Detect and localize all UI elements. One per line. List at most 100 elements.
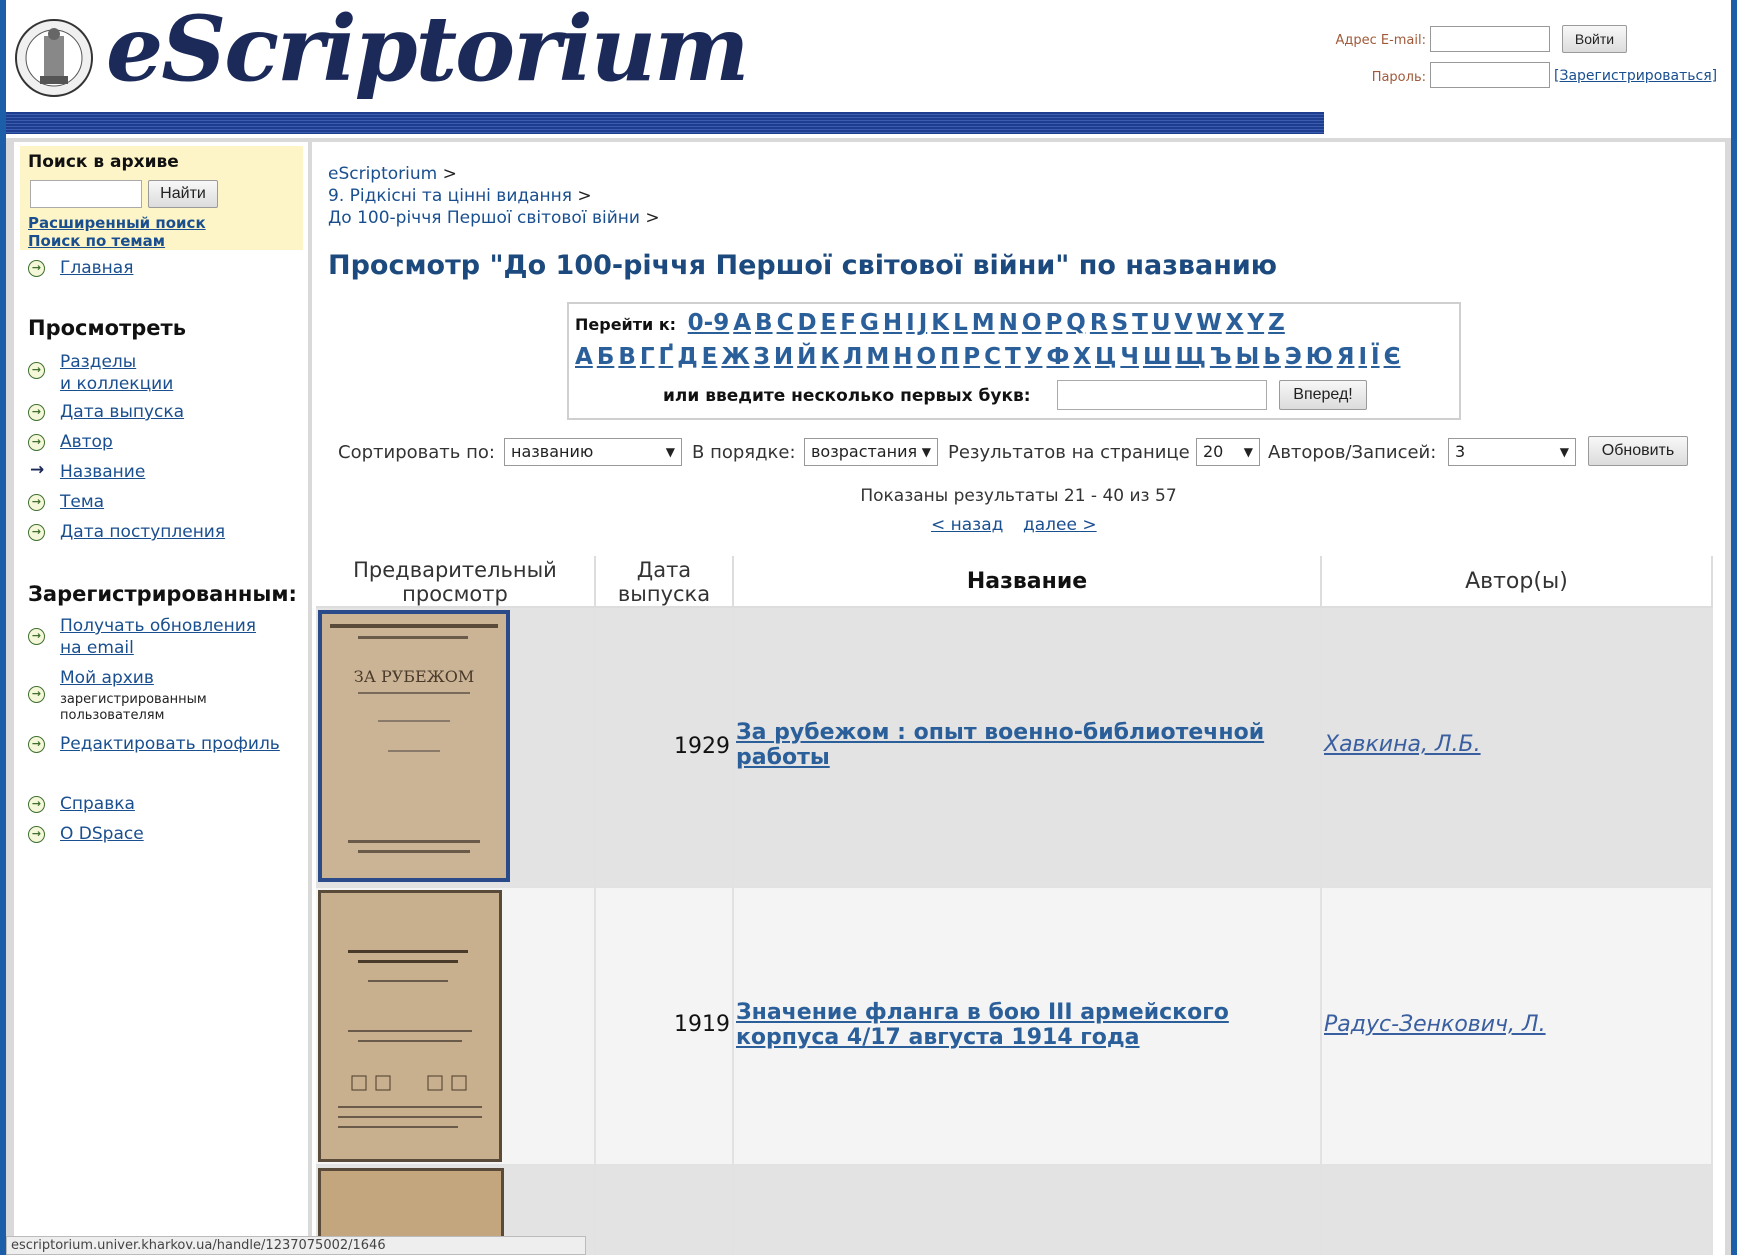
jump-letter-link[interactable]: Ъ	[1210, 344, 1232, 370]
jump-letter-link[interactable]: E	[821, 310, 837, 336]
jump-letter-link[interactable]: К	[820, 344, 839, 370]
update-button[interactable]: Обновить	[1588, 436, 1688, 466]
jump-letter-link[interactable]: A	[733, 310, 751, 336]
jump-letter-link[interactable]: Ж	[721, 344, 749, 370]
breadcrumb-link-community[interactable]: 9. Рідкісні та цінні видання	[328, 186, 572, 206]
jump-letter-link[interactable]: Д	[677, 344, 697, 370]
jump-letter-link[interactable]: L	[953, 310, 968, 336]
row-2-author-link[interactable]: Радус-Зенкович, Л.	[1324, 1012, 1546, 1037]
jump-letter-link[interactable]: Ш	[1143, 344, 1171, 370]
jump-letter-link[interactable]: Ю	[1306, 344, 1333, 370]
jump-letter-link[interactable]: D	[797, 310, 816, 336]
book-cover-thumbnail-2[interactable]	[318, 890, 502, 1162]
jump-letter-link[interactable]: А	[575, 344, 593, 370]
jump-letter-link[interactable]: Q	[1066, 310, 1086, 336]
jump-letter-link[interactable]: Б	[597, 344, 615, 370]
help-link[interactable]: Справка	[60, 794, 135, 814]
jump-letter-link[interactable]: Э	[1285, 344, 1302, 370]
jump-letter-link[interactable]: Я	[1337, 344, 1355, 370]
jump-letter-link[interactable]: V	[1175, 310, 1193, 336]
site-logo-text[interactable]: eScriptorium	[106, 0, 749, 102]
jump-letter-link[interactable]: П	[940, 344, 959, 370]
jump-letter-link[interactable]: 0-9	[688, 310, 730, 336]
jump-letter-link[interactable]: K	[931, 310, 949, 336]
jump-letter-link[interactable]: З	[754, 344, 770, 370]
email-field[interactable]	[1430, 26, 1550, 52]
next-page-link[interactable]: далее >	[1023, 515, 1097, 535]
jump-letter-link[interactable]: Г	[640, 344, 655, 370]
browse-title-link[interactable]: Название	[60, 462, 145, 482]
jump-letter-link[interactable]: Є	[1384, 344, 1401, 370]
jump-letter-link[interactable]: W	[1196, 310, 1221, 336]
about-dspace-link[interactable]: О DSpace	[60, 824, 144, 844]
jump-letter-link[interactable]: M	[972, 310, 995, 336]
browse-subject-link[interactable]: Тема	[60, 492, 104, 512]
browse-author-link[interactable]: Автор	[60, 432, 113, 452]
sections-link[interactable]: Разделы	[60, 352, 136, 372]
jump-letter-link[interactable]: C	[777, 310, 794, 336]
jump-letter-link[interactable]: Z	[1268, 310, 1285, 336]
title-column-header[interactable]: Название	[734, 556, 1322, 608]
breadcrumb-link-home[interactable]: eScriptorium	[328, 164, 437, 184]
breadcrumb-link-collection[interactable]: До 100-річчя Першої світової війни	[328, 208, 640, 228]
jump-letter-link[interactable]: Ґ	[659, 344, 674, 370]
jump-letter-link[interactable]: Щ	[1175, 344, 1206, 370]
authors-per-record-select[interactable]: 3 ▼	[1448, 438, 1576, 466]
row-1-author-link[interactable]: Хавкина, Л.Б.	[1324, 732, 1481, 757]
jump-letter-link[interactable]: Ц	[1095, 344, 1116, 370]
jump-letter-link[interactable]: S	[1112, 310, 1129, 336]
jump-letter-link[interactable]: Л	[843, 344, 862, 370]
jump-letter-link[interactable]: I	[906, 310, 915, 336]
login-button[interactable]: Войти	[1562, 25, 1627, 53]
jump-letter-link[interactable]: U	[1152, 310, 1171, 336]
jump-letter-link[interactable]: О	[916, 344, 936, 370]
advanced-search-link[interactable]: Расширенный поиск	[28, 214, 206, 232]
home-link[interactable]: Главная	[60, 258, 133, 278]
go-button[interactable]: Вперед!	[1279, 380, 1367, 410]
jump-letter-link[interactable]: Ч	[1120, 344, 1139, 370]
authors-column-header[interactable]: Автор(ы)	[1322, 556, 1713, 608]
jump-letter-link[interactable]: Ь	[1263, 344, 1281, 370]
jump-letter-link[interactable]: T	[1132, 310, 1148, 336]
jump-letter-link[interactable]: N	[999, 310, 1018, 336]
row-1-title-link[interactable]: За рубежом : опыт военно-библиотечной ра…	[736, 720, 1264, 770]
browse-issue-date-link[interactable]: Дата выпуска	[60, 402, 184, 422]
jump-letter-link[interactable]: Ы	[1235, 344, 1259, 370]
topic-search-link[interactable]: Поиск по темам	[28, 232, 165, 250]
jump-letter-link[interactable]: С	[984, 344, 1001, 370]
jump-letter-link[interactable]: Й	[797, 344, 816, 370]
email-updates-link[interactable]: Получать обновления	[60, 616, 256, 636]
book-cover-thumbnail-1[interactable]: ЗА РУБЕЖОМ	[318, 610, 510, 882]
jump-letter-link[interactable]: І	[1358, 344, 1367, 370]
register-link[interactable]: [Зарегистрироваться]	[1554, 68, 1717, 84]
password-field[interactable]	[1430, 62, 1550, 88]
jump-letter-link[interactable]: H	[883, 310, 902, 336]
starts-with-input[interactable]	[1057, 380, 1267, 410]
jump-letter-link[interactable]: Р	[963, 344, 980, 370]
jump-letter-link[interactable]: Т	[1005, 344, 1021, 370]
row-2-title-link[interactable]: Значение фланга в бою III армейского кор…	[736, 1000, 1229, 1050]
search-button[interactable]: Найти	[148, 180, 218, 208]
jump-letter-link[interactable]: O	[1022, 310, 1042, 336]
jump-letter-link[interactable]: Н	[893, 344, 912, 370]
jump-letter-link[interactable]: P	[1045, 310, 1062, 336]
email-updates-link-line2[interactable]: на email	[60, 638, 134, 658]
jump-letter-link[interactable]: М	[866, 344, 889, 370]
jump-letter-link[interactable]: R	[1090, 310, 1108, 336]
edit-profile-link[interactable]: Редактировать профиль	[60, 734, 280, 754]
jump-letter-link[interactable]: Е	[702, 344, 718, 370]
jump-letter-link[interactable]: Ї	[1371, 344, 1380, 370]
collections-link[interactable]: и коллекции	[60, 374, 173, 394]
search-input[interactable]	[30, 180, 142, 208]
my-archive-link[interactable]: Мой архив	[60, 668, 154, 688]
university-seal-logo[interactable]	[14, 6, 94, 110]
jump-letter-link[interactable]: G	[860, 310, 879, 336]
jump-letter-link[interactable]: Ф	[1046, 344, 1069, 370]
jump-letter-link[interactable]: F	[840, 310, 856, 336]
jump-letter-link[interactable]: J	[919, 310, 928, 336]
results-per-page-select[interactable]: 20 ▼	[1196, 438, 1260, 466]
jump-letter-link[interactable]: X	[1226, 310, 1244, 336]
jump-letter-link[interactable]: И	[774, 344, 793, 370]
jump-letter-link[interactable]: B	[755, 310, 773, 336]
browse-date-accessioned-link[interactable]: Дата поступления	[60, 522, 225, 542]
